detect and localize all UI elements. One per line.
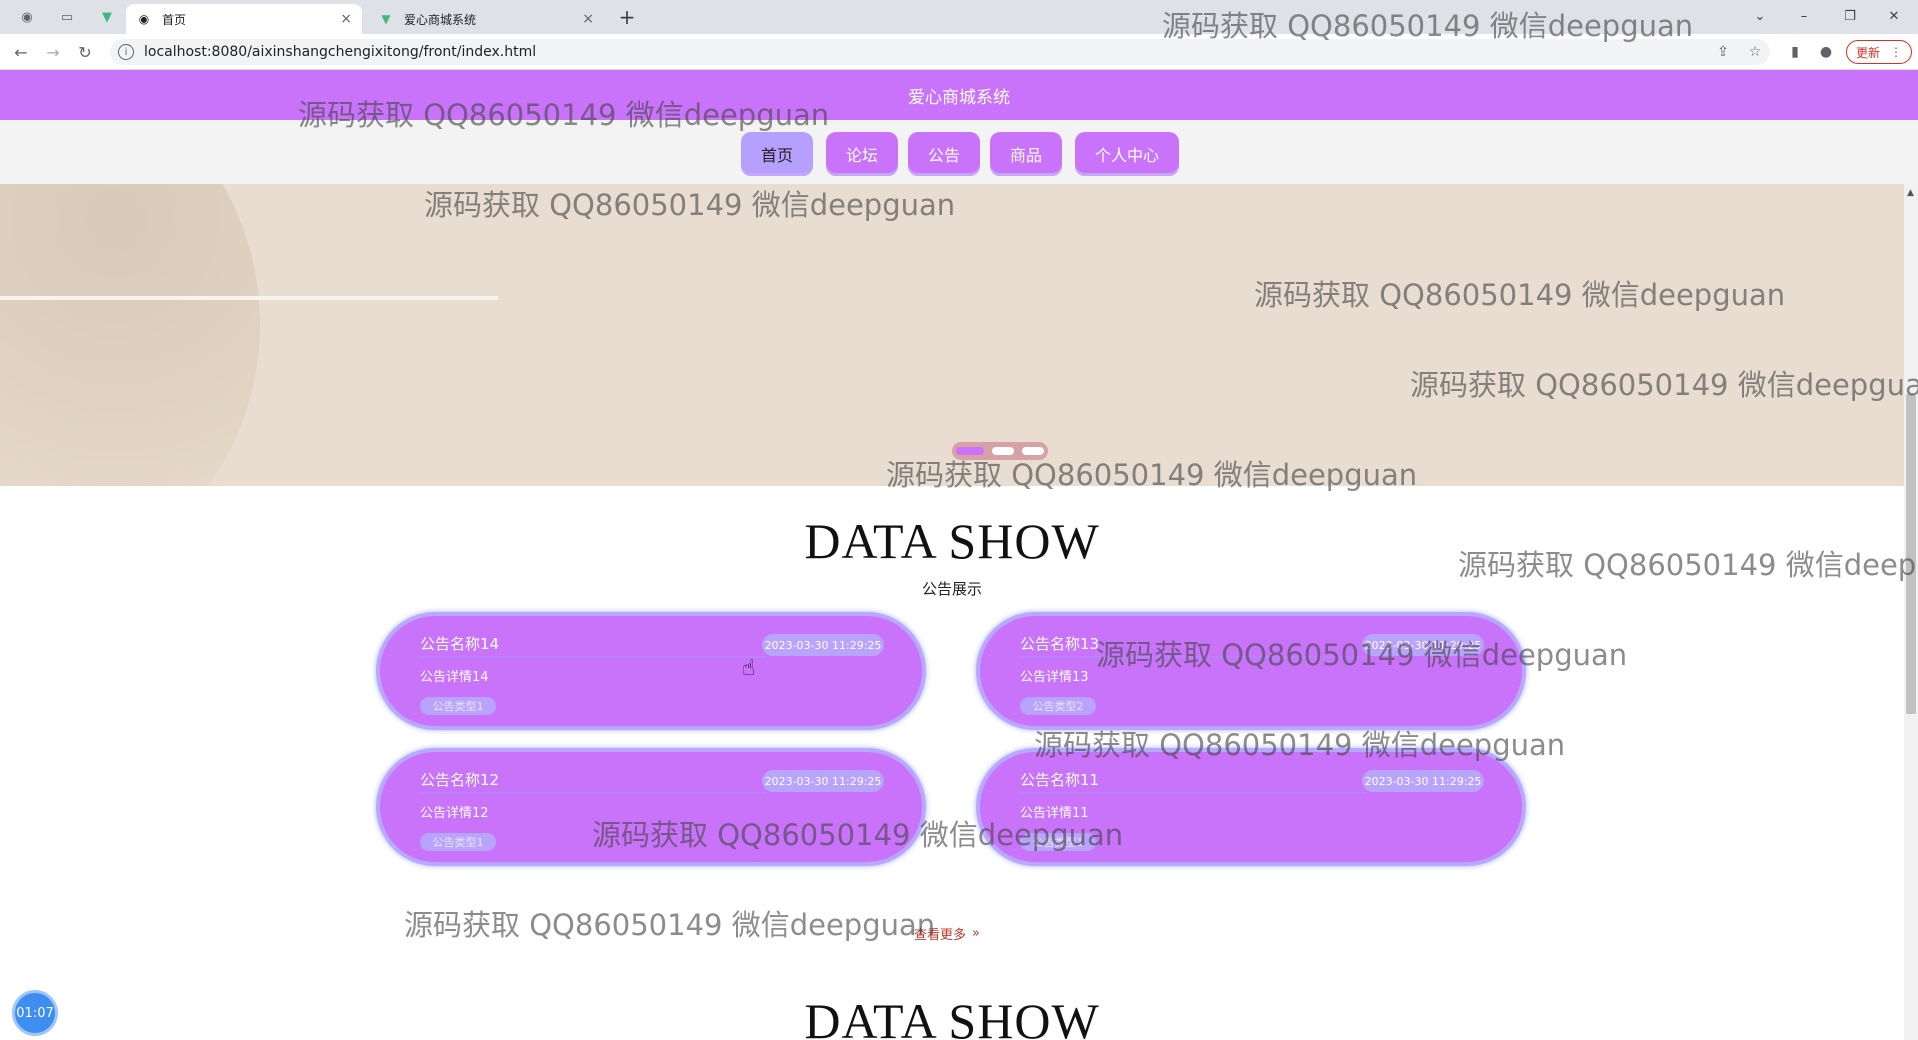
banner-carousel[interactable]	[0, 184, 1904, 486]
timer-badge[interactable]: 01:07	[12, 990, 58, 1036]
bookmark-star-icon[interactable]: ☆	[1745, 42, 1765, 62]
watermark: 源码获取 QQ86050149 微信deepguan	[1096, 638, 1628, 672]
pinned-tab-vue-icon[interactable]: ▼	[94, 6, 120, 28]
back-icon[interactable]: ←	[8, 40, 34, 64]
watermark: 源码获取 QQ86050149 微信deepguan	[424, 188, 956, 222]
nav-notice[interactable]: 公告	[908, 132, 980, 176]
tab-mall[interactable]: ▼ 爱心商城系统 ×	[368, 4, 604, 34]
reload-icon[interactable]: ↻	[72, 40, 98, 64]
section-title: DATA SHOW	[804, 993, 1100, 1040]
notice-card[interactable]: 公告名称14 2023-03-30 11:29:25 公告详情14 公告类型1	[376, 612, 926, 730]
nav-profile[interactable]: 个人中心	[1075, 132, 1179, 176]
nav-products[interactable]: 商品	[990, 132, 1062, 176]
more-menu-icon: ⋮	[1890, 45, 1902, 59]
nav-home[interactable]: 首页	[741, 132, 813, 176]
new-tab-button[interactable]: +	[614, 4, 640, 30]
watermark: 源码获取 QQ86050149 微信deepguan	[404, 908, 936, 942]
pinned-tab-globe-icon[interactable]: ◉	[14, 6, 40, 28]
tab-label: 首页	[162, 12, 187, 27]
notice-date: 2023-03-30 11:29:25	[762, 634, 884, 656]
banner-line	[0, 296, 498, 300]
tab-label: 爱心商城系统	[404, 12, 477, 27]
site-title: 爱心商城系统	[908, 87, 1010, 108]
notice-type-badge: 公告类型1	[420, 697, 496, 715]
close-window-button[interactable]: ✕	[1874, 4, 1914, 28]
update-label: 更新	[1855, 45, 1880, 60]
globe-icon: ◉	[138, 12, 150, 26]
page-scrollbar[interactable]: ▲	[1904, 184, 1918, 1040]
side-panel-icon[interactable]: ▮	[1785, 42, 1805, 62]
minimize-button[interactable]: –	[1784, 4, 1824, 28]
url-text: localhost:8080/aixinshangchengixitong/fr…	[144, 44, 537, 60]
watermark: 源码获取 QQ86050149 微信deepguan	[1034, 728, 1566, 762]
hand-cursor-icon: ☝	[742, 656, 756, 681]
update-button[interactable]: 更新 ⋮	[1846, 40, 1912, 64]
notice-detail: 公告详情12	[420, 806, 489, 821]
double-chevron-right-icon: »	[972, 926, 980, 941]
restore-button[interactable]: ❐	[1830, 4, 1870, 28]
nav-forum[interactable]: 论坛	[826, 132, 898, 176]
watermark: 源码获取 QQ86050149 微信deepguan	[886, 458, 1418, 492]
close-tab-icon[interactable]: ×	[340, 11, 352, 27]
watermark: 源码获取 QQ86050149 微信deepguan	[298, 98, 830, 132]
watermark: 源码获取 QQ86050149 微信deepguan	[592, 818, 1124, 852]
notice-type-badge: 公告类型1	[420, 833, 496, 851]
notice-date: 2023-03-30 11:29:25	[1362, 770, 1484, 792]
share-icon[interactable]: ⇪	[1713, 42, 1733, 62]
vue-icon: ▼	[381, 12, 391, 26]
notice-name: 公告名称14	[420, 632, 766, 658]
notice-name: 公告名称11	[1020, 768, 1366, 794]
watermark: 源码获取 QQ86050149 微信deepguan	[1410, 368, 1918, 402]
banner-decoration	[0, 184, 260, 486]
watermark: 源码获取 QQ86050149 微信deepguan	[1254, 278, 1786, 312]
tab-search-icon[interactable]: ⌄	[1740, 4, 1780, 28]
close-tab-icon[interactable]: ×	[582, 11, 594, 27]
notice-type-badge: 公告类型2	[1020, 697, 1096, 715]
main-nav: 首页 论坛 公告 商品 个人中心	[0, 120, 1918, 184]
pinned-tab-blank-icon[interactable]: ▭	[54, 6, 80, 28]
profile-icon[interactable]: ●	[1816, 42, 1836, 62]
notice-name: 公告名称12	[420, 768, 766, 794]
watermark: 源码获取 QQ86050149 微信deepguan	[1162, 9, 1694, 43]
info-icon[interactable]: i	[118, 44, 134, 60]
scroll-up-icon[interactable]: ▲	[1907, 188, 1914, 198]
tab-home[interactable]: ◉ 首页 ×	[126, 4, 362, 34]
watermark: 源码获取 QQ86050149 微信deepguan	[1458, 548, 1918, 582]
notice-detail: 公告详情14	[420, 670, 489, 685]
notice-date: 2023-03-30 11:29:25	[762, 770, 884, 792]
notice-detail: 公告详情13	[1020, 670, 1089, 685]
site-header: 爱心商城系统	[0, 70, 1918, 120]
forward-icon[interactable]: →	[40, 40, 66, 64]
